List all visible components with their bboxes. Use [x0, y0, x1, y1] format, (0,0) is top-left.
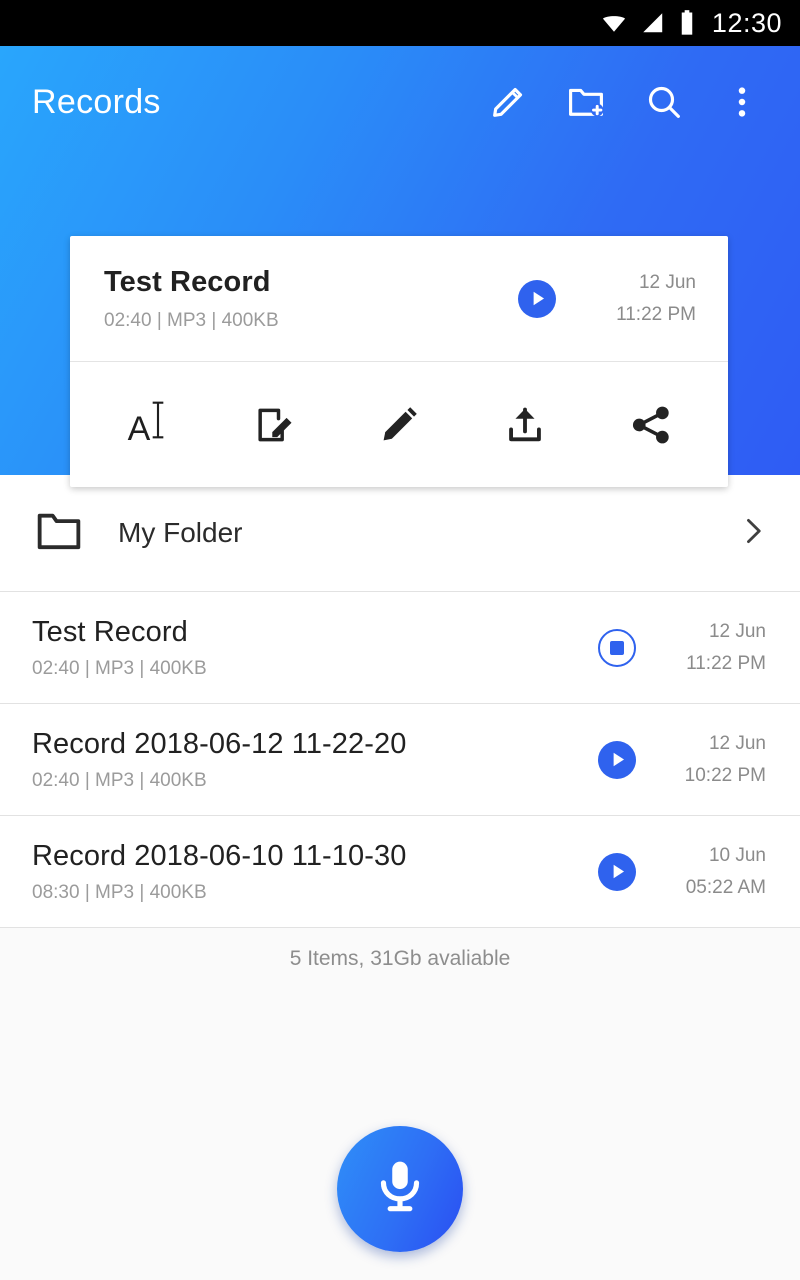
active-record-time: 11:22 PM	[616, 303, 696, 325]
edit-note-icon[interactable]	[235, 387, 311, 463]
play-icon[interactable]	[598, 740, 636, 779]
rename-letter: A	[127, 410, 151, 448]
battery-full-icon	[678, 9, 696, 37]
record-title: Test Record	[32, 615, 188, 648]
record-time: 10:22 PM	[684, 764, 766, 786]
record-meta: 02:40 | MP3 | 400KB	[32, 769, 207, 791]
record-time: 11:22 PM	[686, 652, 766, 674]
record-datetime: 10 Jun 05:22 AM	[662, 840, 766, 903]
active-record-actions: A	[70, 362, 728, 487]
status-bar: 12:30	[0, 0, 800, 46]
active-record-datetime: 12 Jun 11:22 PM	[578, 267, 696, 330]
page-title: Records	[32, 82, 161, 121]
more-options-icon[interactable]	[718, 78, 766, 126]
play-icon[interactable]	[518, 279, 556, 318]
stop-icon[interactable]	[598, 628, 636, 667]
record-meta: 02:40 | MP3 | 400KB	[32, 657, 207, 679]
rename-glyph: A	[128, 400, 167, 449]
active-record-card: Test Record 02:40 | MP3 | 400KB 12 Jun 1…	[70, 236, 728, 487]
chevron-right-icon[interactable]	[736, 514, 770, 553]
cell-signal-icon	[640, 10, 666, 36]
app-bar: Records	[0, 46, 800, 158]
pencil-icon[interactable]	[361, 387, 437, 463]
list-item[interactable]: Record 2018-06-12 11-22-20 02:40 | MP3 |…	[0, 704, 800, 816]
share-icon[interactable]	[613, 387, 689, 463]
record-title: Record 2018-06-10 11-10-30	[32, 839, 407, 872]
active-record-meta: 02:40 | MP3 | 400KB	[104, 309, 279, 331]
list-item[interactable]: Test Record 02:40 | MP3 | 400KB 12 Jun 1…	[0, 592, 800, 704]
text-cursor-icon	[153, 401, 164, 439]
search-icon[interactable]	[640, 78, 688, 126]
record-date: 12 Jun	[708, 733, 766, 755]
play-icon[interactable]	[598, 852, 636, 891]
create-folder-icon[interactable]	[562, 78, 610, 126]
record-date: 10 Jun	[708, 845, 766, 867]
folder-icon	[32, 504, 86, 563]
record-titles: Test Record 02:40 | MP3 | 400KB	[32, 616, 598, 680]
app-screen: 12:30 Records Test Record 02:40 | MP3 | …	[0, 0, 800, 1280]
record-date: 12 Jun	[708, 621, 766, 643]
record-titles: Record 2018-06-10 11-10-30 08:30 | MP3 |…	[32, 840, 598, 904]
list-item[interactable]: Record 2018-06-10 11-10-30 08:30 | MP3 |…	[0, 816, 800, 928]
record-title: Record 2018-06-12 11-22-20	[32, 727, 407, 760]
record-fab-wrapper	[335, 1126, 464, 1252]
upload-icon[interactable]	[487, 387, 563, 463]
record-datetime: 12 Jun 11:22 PM	[662, 616, 766, 679]
active-record-header[interactable]: Test Record 02:40 | MP3 | 400KB 12 Jun 1…	[70, 236, 728, 362]
record-meta: 08:30 | MP3 | 400KB	[32, 881, 207, 903]
record-time: 05:22 AM	[685, 876, 766, 898]
active-record-date: 12 Jun	[638, 272, 696, 294]
folder-row-my-folder[interactable]: My Folder	[0, 475, 800, 592]
record-datetime: 12 Jun 10:22 PM	[662, 728, 766, 791]
list-summary: 5 Items, 31Gb avaliable	[0, 928, 800, 990]
header-banner: Records Test Record 02:40 | MP3 | 400KB …	[0, 46, 800, 487]
status-bar-clock: 12:30	[711, 7, 782, 38]
record-fab[interactable]	[336, 1126, 463, 1252]
folder-name: My Folder	[118, 517, 243, 548]
active-record-title: Test Record	[104, 265, 271, 298]
microphone-icon	[369, 1156, 431, 1223]
record-list: Test Record 02:40 | MP3 | 400KB 12 Jun 1…	[0, 592, 800, 990]
active-record-titles: Test Record 02:40 | MP3 | 400KB	[104, 266, 518, 332]
rename-icon[interactable]: A	[109, 387, 185, 463]
record-titles: Record 2018-06-12 11-22-20 02:40 | MP3 |…	[32, 728, 598, 792]
stop-square	[610, 640, 624, 655]
wifi-icon	[600, 9, 628, 37]
app-bar-actions	[484, 78, 778, 126]
edit-icon[interactable]	[484, 78, 532, 126]
